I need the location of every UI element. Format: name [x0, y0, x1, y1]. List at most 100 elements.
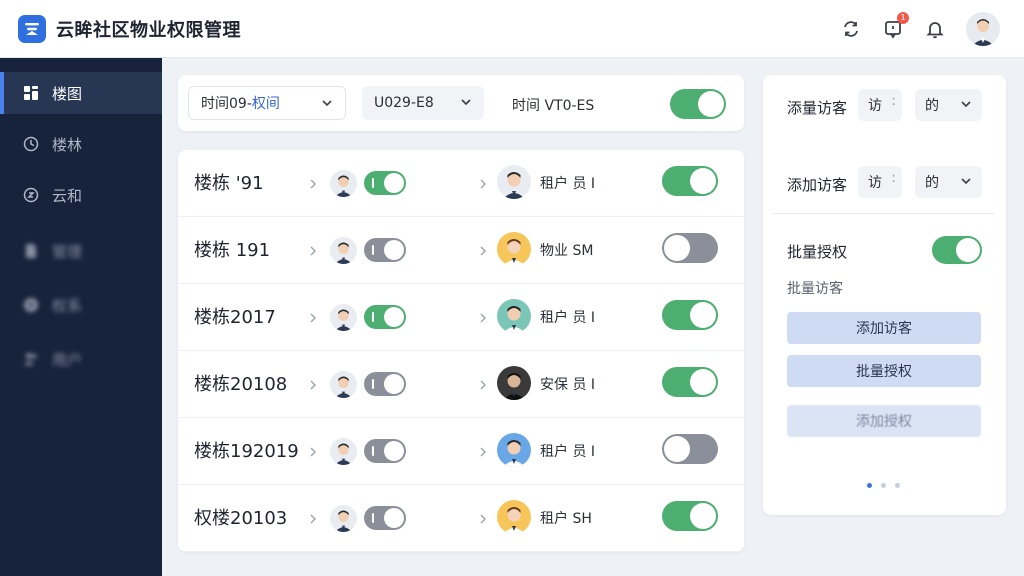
sidebar-item-management[interactable]: 管理 [0, 230, 162, 272]
sidebar-item-permissions[interactable]: 权系 [0, 284, 162, 326]
chevron-right-icon[interactable] [478, 443, 488, 462]
clock-icon [22, 135, 40, 153]
table-row: 楼栋 191 物业 SM [178, 217, 744, 284]
fan-icon [22, 296, 40, 314]
building-name: 楼栋2017 [194, 307, 276, 328]
sidebar-item-label: 楼图 [52, 84, 83, 103]
person-access-toggle[interactable] [662, 434, 718, 464]
building-name: 楼栋192019 [194, 441, 299, 462]
sidebar: 楼图 楼林 云和 管理 权系 用户 [0, 58, 162, 576]
table-row: 楼栋192019 租户 员 I [178, 418, 744, 485]
resident-access-toggle[interactable] [364, 506, 406, 530]
person-avatar [497, 299, 531, 333]
code-select[interactable]: U029-E8 [362, 86, 484, 120]
person-name: 物业 SM [540, 243, 594, 259]
sidebar-item-building-list[interactable]: 楼林 [0, 123, 162, 165]
add-visitor-label-2: 添加访客 [787, 176, 848, 194]
person-avatar [497, 366, 531, 400]
visitor-panel: 添量访客 访 : 的 添加访客 访 : 的 批量授权 批量访客 添加访客 批量授… [763, 75, 1006, 515]
user-avatar[interactable] [966, 12, 1000, 46]
message-icon[interactable]: 1 [882, 12, 909, 40]
visitor-select-b-2[interactable]: 的 [915, 166, 982, 198]
resident-avatar [330, 505, 357, 532]
cloud-circle-icon [22, 186, 40, 204]
batch-auth-toggle[interactable] [932, 236, 982, 264]
time-range-highlight: 权间 [251, 96, 280, 112]
page-dot[interactable] [867, 483, 872, 488]
batch-auth-label: 批量授权 [787, 243, 848, 261]
visitor-select-b-1[interactable]: 的 [915, 89, 982, 121]
chevron-right-icon[interactable] [478, 510, 488, 529]
select-divider: : [891, 170, 896, 186]
page-dot[interactable] [895, 483, 900, 488]
users-icon [22, 350, 40, 368]
person-avatar [497, 232, 531, 266]
person-avatar [497, 165, 531, 199]
global-permission-toggle[interactable] [670, 89, 726, 119]
chevron-right-icon[interactable] [478, 175, 488, 194]
bell-icon[interactable] [924, 18, 946, 40]
building-name: 楼栋 '91 [194, 173, 264, 194]
sync-icon[interactable] [840, 18, 862, 40]
chevron-right-icon[interactable] [308, 443, 318, 462]
notification-badge: 1 [897, 12, 909, 24]
time-filter-label: 时间 VT0-ES [512, 98, 595, 114]
person-access-toggle[interactable] [662, 501, 718, 531]
person-access-toggle[interactable] [662, 300, 718, 330]
resident-access-toggle[interactable] [364, 305, 406, 329]
chevron-right-icon[interactable] [308, 175, 318, 194]
add-visitor-label-1: 添量访客 [787, 99, 848, 117]
resident-avatar [330, 304, 357, 331]
document-icon [22, 242, 40, 260]
building-name: 权楼20103 [194, 508, 288, 529]
batch-auth-button[interactable]: 批量授权 [787, 355, 981, 387]
table-row: 楼栋20108 安保 员 I [178, 351, 744, 418]
add-visitor-button[interactable]: 添加访客 [787, 312, 981, 344]
table-row: 楼栋 '91 租户 员 I [178, 150, 744, 217]
chevron-right-icon[interactable] [478, 376, 488, 395]
resident-access-toggle[interactable] [364, 439, 406, 463]
header-actions: 1 [840, 12, 1000, 46]
page-dot[interactable] [881, 483, 886, 488]
sidebar-item-cloud[interactable]: 云和 [0, 174, 162, 216]
resident-access-toggle[interactable] [364, 372, 406, 396]
building-name: 楼栋20108 [194, 374, 288, 395]
visitor-select-a-1[interactable]: 访 : [858, 89, 902, 121]
resident-access-toggle[interactable] [364, 171, 406, 195]
person-name: 租户 员 I [540, 176, 596, 192]
sidebar-item-users[interactable]: 用户 [0, 338, 162, 380]
visitor-select-a-2[interactable]: 访 : [858, 166, 902, 198]
select-value: 的 [925, 98, 939, 114]
building-permission-table: 楼栋 '91 租户 员 I 楼栋 191 物业 SM 楼栋2017 租户 员 I 楼栋201… [178, 150, 744, 552]
top-bar: 云眸社区物业权限管理 1 [0, 0, 1024, 58]
add-auth-button[interactable]: 添加授权 [787, 405, 981, 437]
building-name: 楼栋 191 [194, 240, 271, 261]
code-select-value: U029-E8 [374, 95, 434, 111]
chevron-right-icon[interactable] [308, 376, 318, 395]
select-divider: : [891, 93, 896, 109]
panel-divider [773, 213, 994, 214]
resident-avatar [330, 237, 357, 264]
resident-access-toggle[interactable] [364, 238, 406, 262]
person-access-toggle[interactable] [662, 233, 718, 263]
chevron-right-icon[interactable] [308, 309, 318, 328]
person-access-toggle[interactable] [662, 367, 718, 397]
person-name: 租户 员 I [540, 444, 596, 460]
person-avatar [497, 433, 531, 467]
resident-avatar [330, 438, 357, 465]
sidebar-item-label: 楼林 [52, 135, 83, 154]
filter-bar: 时间09- 权间 U029-E8 时间 VT0-ES [178, 75, 744, 131]
chevron-right-icon[interactable] [478, 309, 488, 328]
chevron-right-icon[interactable] [308, 510, 318, 529]
page-indicator [867, 483, 900, 488]
select-value: 访 [868, 98, 882, 114]
person-access-toggle[interactable] [662, 166, 718, 196]
select-value: 访 [868, 175, 882, 191]
chevron-right-icon[interactable] [308, 242, 318, 261]
chevron-right-icon[interactable] [478, 242, 488, 261]
chevron-down-icon [960, 98, 972, 114]
person-name: 安保 员 I [540, 377, 596, 393]
sidebar-item-building-map[interactable]: 楼图 [0, 72, 162, 114]
table-row: 楼栋2017 租户 员 I [178, 284, 744, 351]
time-range-select[interactable]: 时间09- 权间 [188, 86, 346, 120]
